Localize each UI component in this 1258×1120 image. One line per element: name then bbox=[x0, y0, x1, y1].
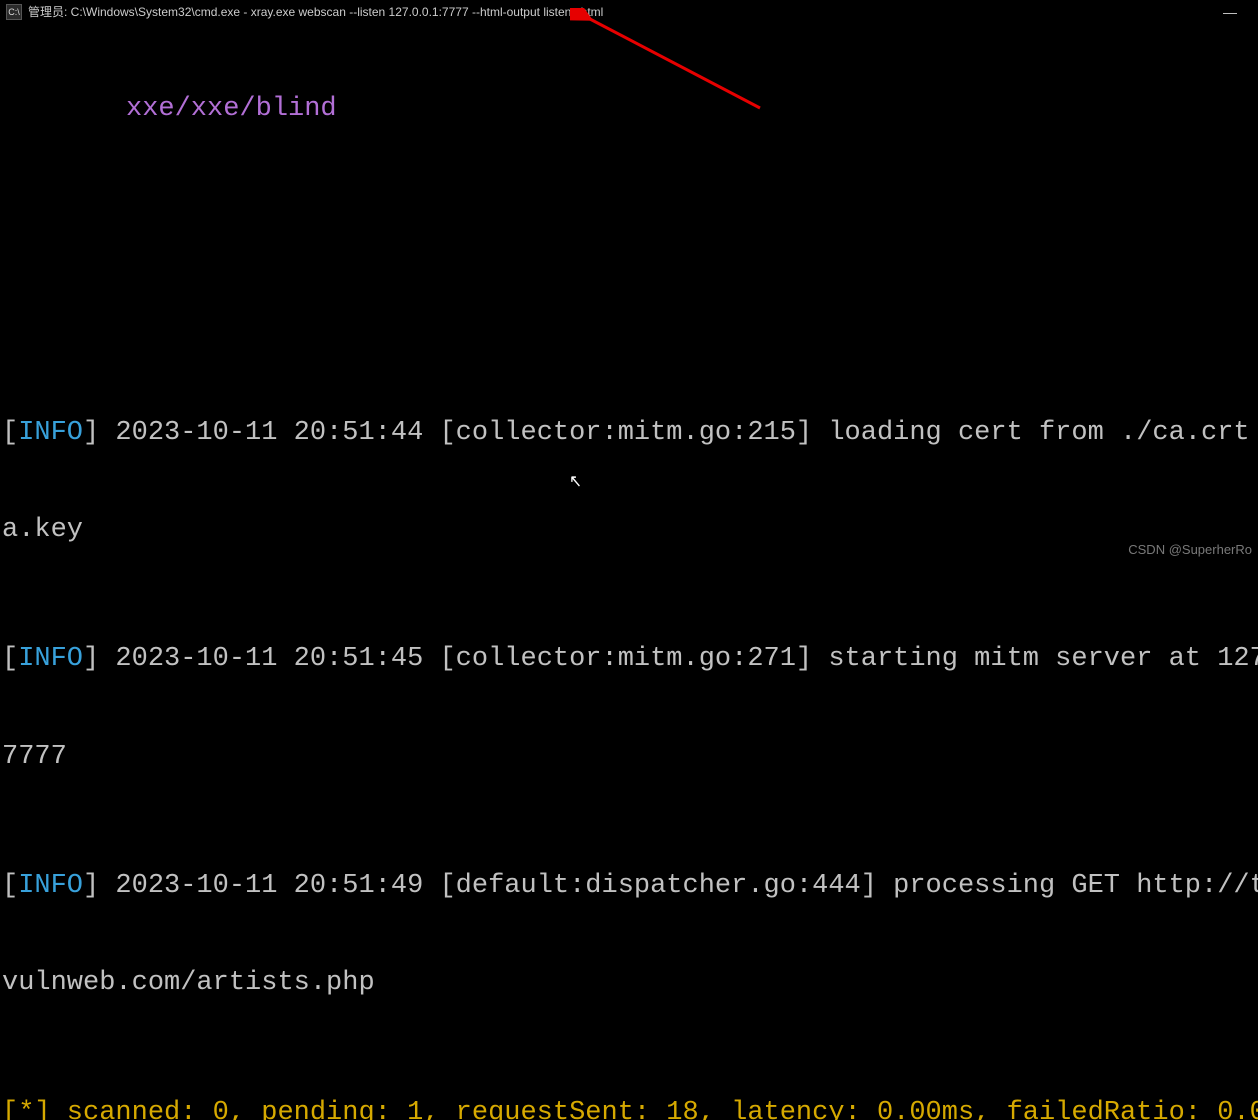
log-line-info: [INFO] 2023-10-11 20:51:44 [collector:mi… bbox=[2, 417, 1256, 449]
watermark-text: CSDN @SuperherRo bbox=[1128, 542, 1252, 558]
window-title: 管理员: C:\Windows\System32\cmd.exe - xray.… bbox=[28, 5, 603, 19]
log-level-info: INFO bbox=[18, 644, 83, 674]
log-wrap: vulnweb.com/artists.php bbox=[2, 967, 1256, 999]
log-wrap: a.key bbox=[2, 514, 1256, 546]
minimize-button[interactable]: — bbox=[1208, 0, 1252, 24]
log-wrap: 7777 bbox=[2, 741, 1256, 773]
scan-stats-line: [*] scanned: 0, pending: 1, requestSent:… bbox=[2, 1097, 1256, 1120]
log-text: 2023-10-11 20:51:45 [collector:mitm.go:2… bbox=[99, 644, 1258, 674]
log-line-info: [INFO] 2023-10-11 20:51:49 [default:disp… bbox=[2, 870, 1256, 902]
terminal-output[interactable]: xxe/xxe/blind [INFO] 2023-10-11 20:51:44… bbox=[0, 24, 1258, 1120]
log-level-info: INFO bbox=[18, 871, 83, 901]
cmd-icon: C:\ bbox=[6, 4, 22, 20]
blank-line bbox=[2, 190, 1256, 222]
log-line-info: [INFO] 2023-10-11 20:51:45 [collector:mi… bbox=[2, 643, 1256, 675]
log-text: 2023-10-11 20:51:49 [default:dispatcher.… bbox=[99, 871, 1258, 901]
log-level-info: INFO bbox=[18, 418, 83, 448]
plugin-path-line: xxe/xxe/blind bbox=[2, 93, 1256, 125]
window-titlebar: C:\ 管理员: C:\Windows\System32\cmd.exe - x… bbox=[0, 0, 1258, 24]
log-text: 2023-10-11 20:51:44 [collector:mitm.go:2… bbox=[99, 418, 1258, 448]
blank-line bbox=[2, 287, 1256, 319]
